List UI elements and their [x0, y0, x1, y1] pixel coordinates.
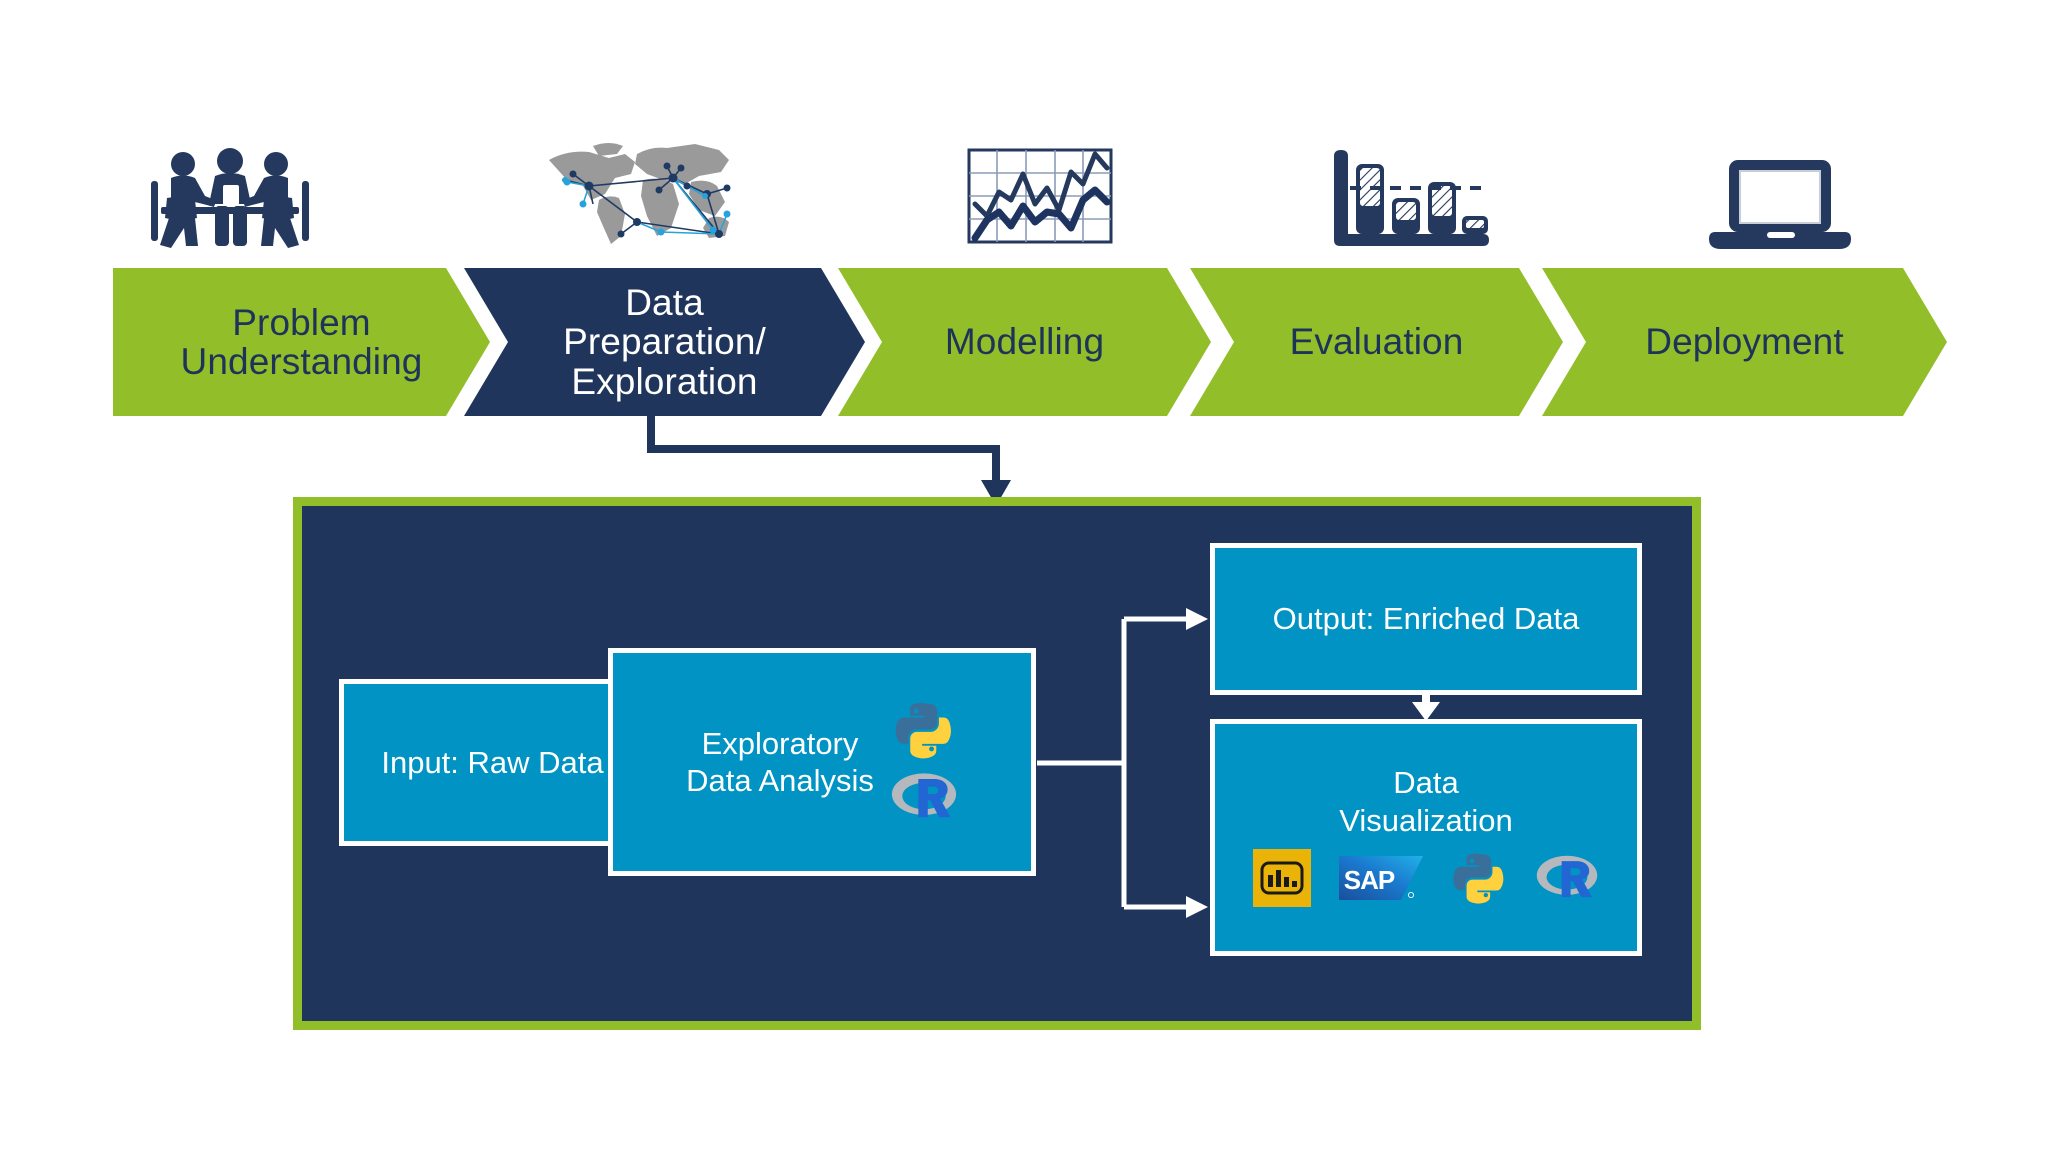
- stage-icons-row: [0, 0, 2048, 280]
- node-label-input-raw-data: Input: Raw Data: [381, 744, 604, 780]
- meeting-people-icon: [130, 140, 330, 250]
- stage-chevron-modelling[interactable]: Modelling: [838, 268, 1211, 416]
- svg-text:SAP: SAP: [1344, 865, 1395, 895]
- stage-label-modelling: Modelling: [944, 321, 1105, 363]
- stage-label-problem-understanding: Problem Understanding: [180, 301, 423, 382]
- node-label-data-visualization: Data Visualization: [1339, 765, 1513, 838]
- node-label-exploratory-data-analysis: Exploratory Data Analysis: [686, 725, 874, 798]
- node-data-visualization[interactable]: Data Visualization SAP: [1210, 719, 1642, 956]
- line-chart-grid-icon: [950, 140, 1130, 250]
- dataviz-tool-logos: SAP: [1253, 848, 1599, 907]
- stage-label-evaluation: Evaluation: [1289, 321, 1464, 363]
- r-logo: [890, 769, 958, 825]
- r-logo: [1535, 852, 1599, 904]
- stage-chevron-problem-understanding[interactable]: Problem Understanding: [113, 268, 490, 416]
- stage-chevron-evaluation[interactable]: Evaluation: [1190, 268, 1563, 416]
- python-logo: [893, 699, 955, 761]
- world-map-network-icon: [538, 140, 738, 250]
- stage-chevron-data-preparation[interactable]: Data Preparation/ Exploration: [464, 268, 865, 416]
- stage-label-data-preparation: Data Preparation/ Exploration: [563, 282, 766, 402]
- eda-tool-logos: [890, 699, 958, 825]
- node-exploratory-data-analysis[interactable]: Exploratory Data Analysis: [608, 648, 1036, 876]
- stage-label-deployment: Deployment: [1645, 321, 1844, 363]
- sap-logo: SAP: [1339, 855, 1423, 900]
- node-input-raw-data[interactable]: Input: Raw Data: [339, 679, 646, 846]
- data-preparation-detail-panel: Input: Raw Data Exploratory Data Analysi…: [293, 497, 1701, 1030]
- node-label-output-enriched-data: Output: Enriched Data: [1272, 601, 1580, 637]
- stage-chevron-deployment[interactable]: Deployment: [1542, 268, 1947, 416]
- node-output-enriched-data[interactable]: Output: Enriched Data: [1210, 543, 1642, 695]
- python-logo: [1451, 850, 1507, 906]
- power-bi-logo: [1253, 848, 1311, 907]
- process-stage-chevrons: Problem Understanding Data Preparation/ …: [0, 268, 2048, 416]
- laptop-icon: [1690, 140, 1870, 250]
- bar-chart-target-icon: [1320, 140, 1500, 250]
